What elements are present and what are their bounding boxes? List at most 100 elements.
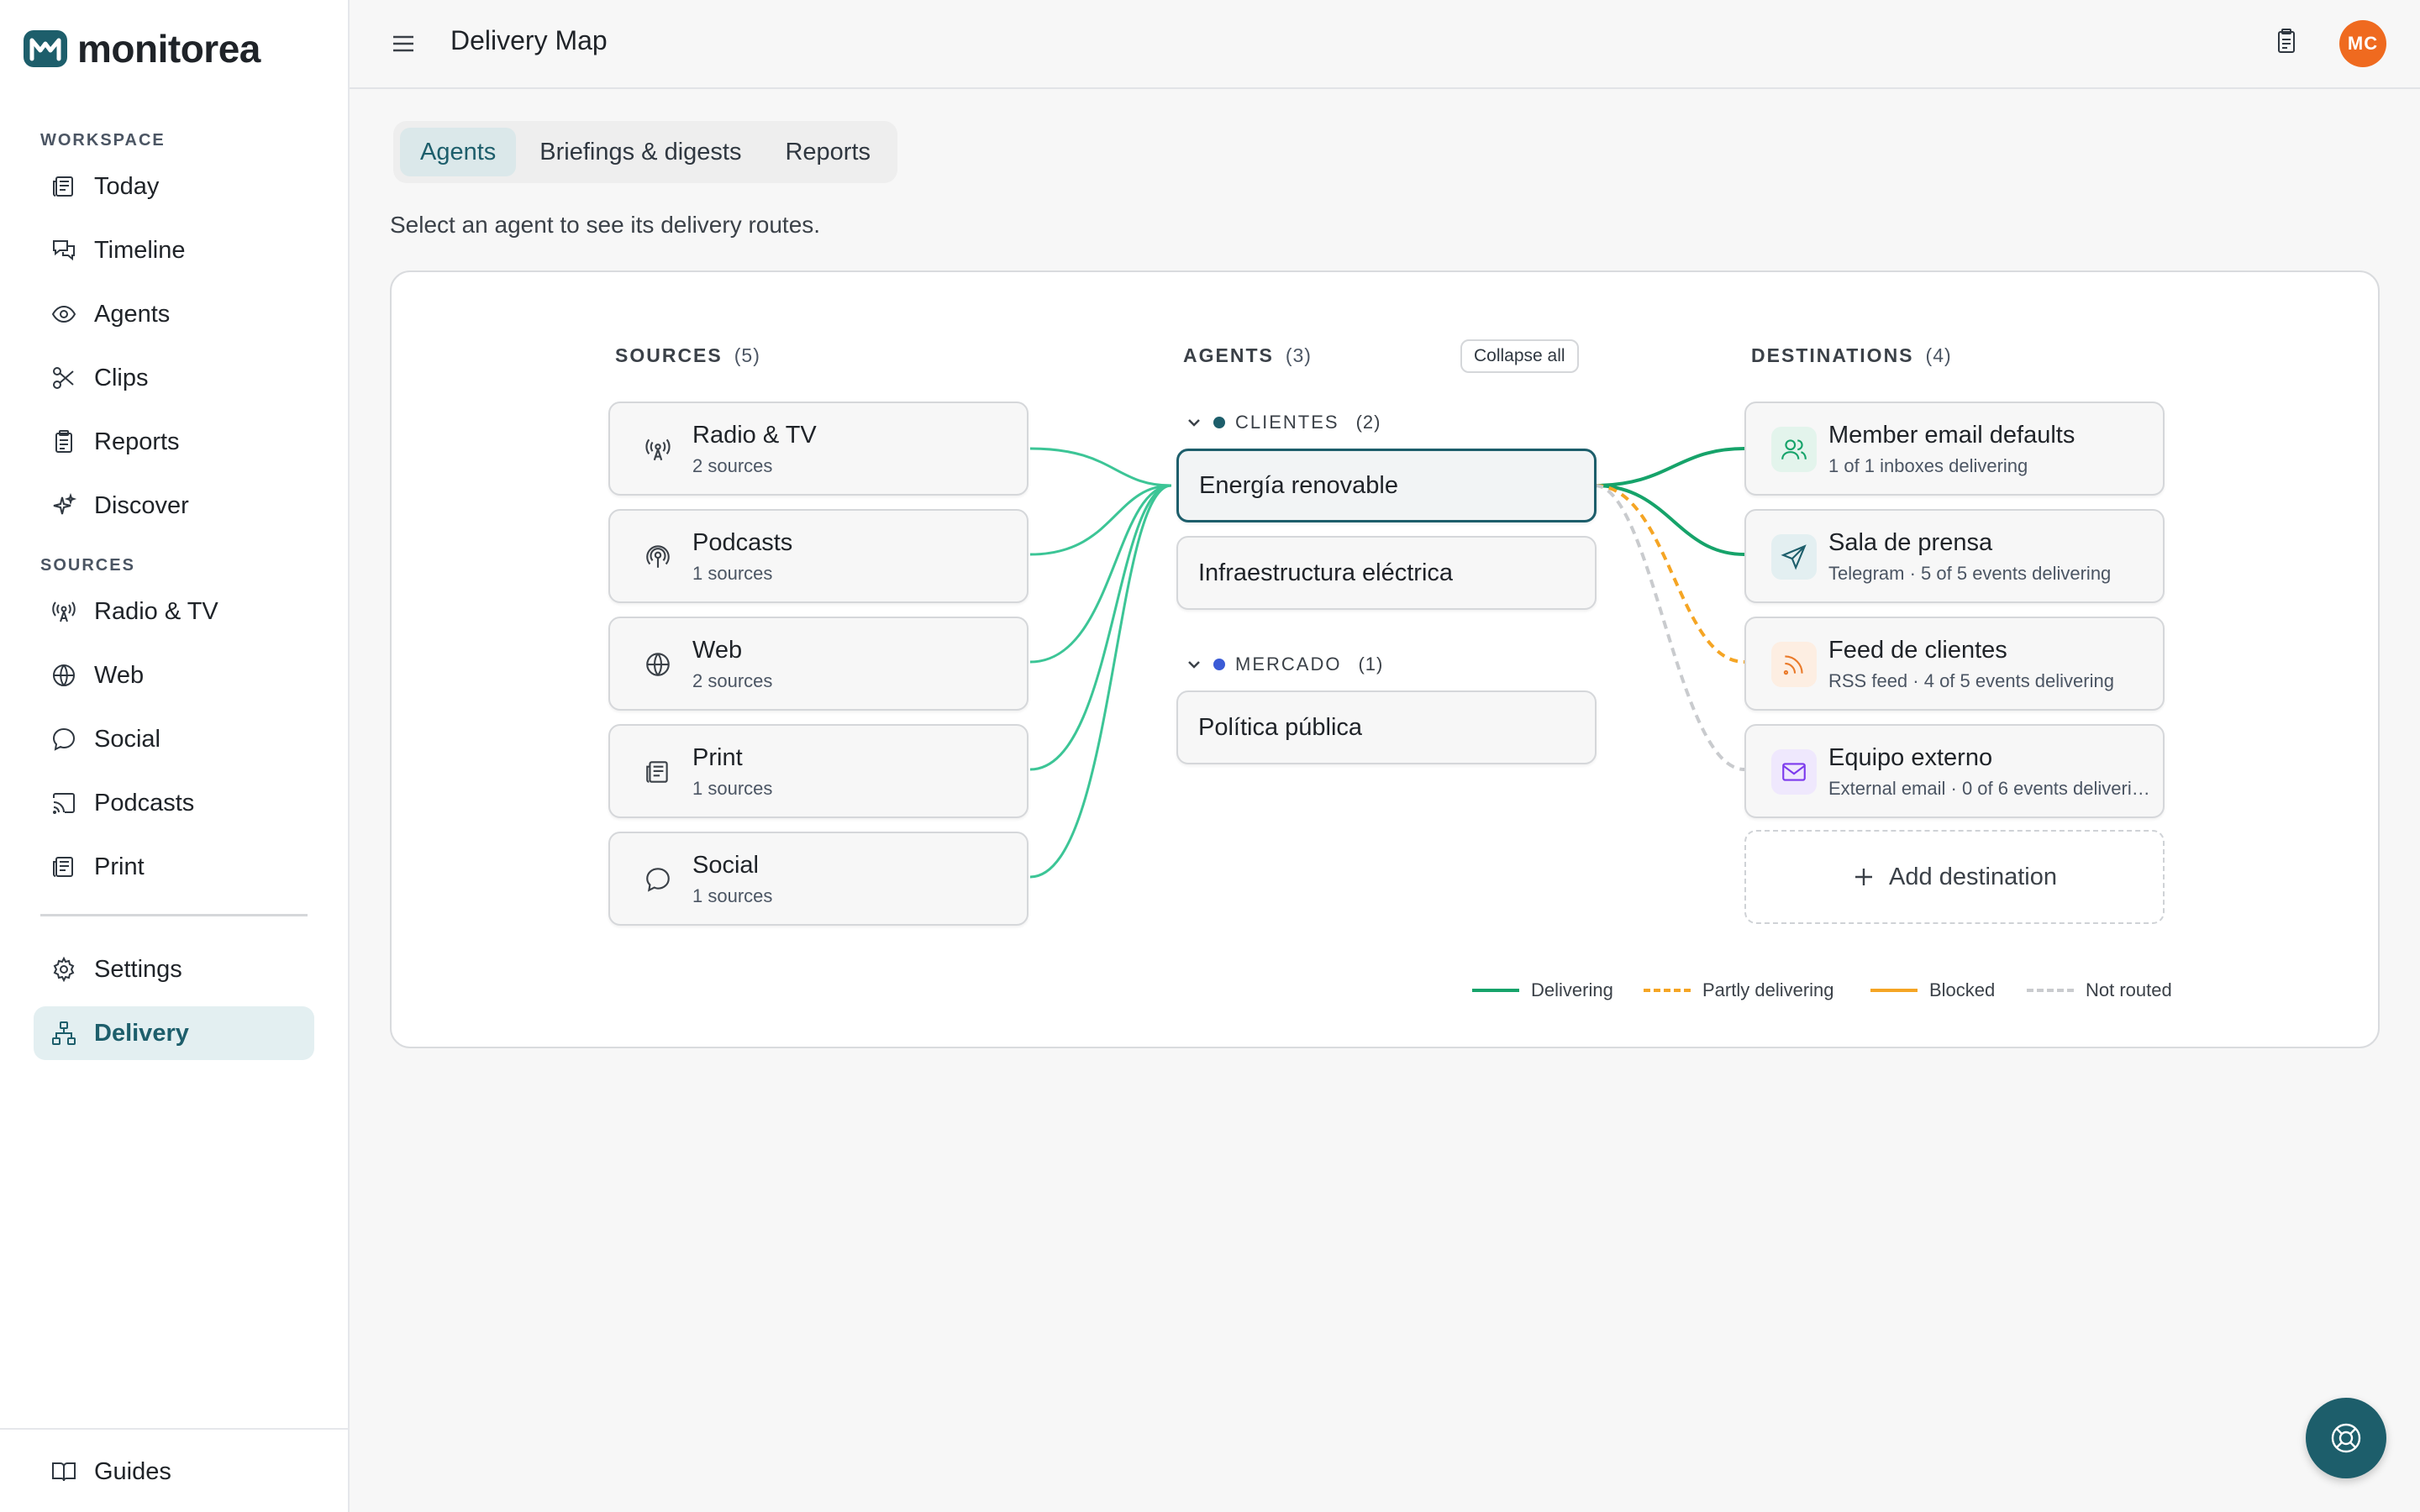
source-title: Web bbox=[692, 637, 743, 664]
source-card-web[interactable]: Web 2 sources bbox=[608, 617, 1028, 711]
add-destination-label: Add destination bbox=[1889, 863, 2057, 890]
sources-heading-label: SOURCES bbox=[615, 344, 723, 366]
destination-card-feed-de-clientes[interactable]: Feed de clientes RSS feed · 4 of 5 event… bbox=[1744, 617, 2165, 711]
destination-title: Member email defaults bbox=[1828, 422, 2075, 449]
route-web bbox=[1029, 484, 1172, 664]
source-title: Print bbox=[692, 744, 743, 771]
sidebar: monitorea WORKSPACE Today Timeline Agent… bbox=[0, 0, 350, 1512]
sidebar-item-label: Timeline bbox=[94, 236, 186, 264]
source-card-radio-tv[interactable]: Radio & TV 2 sources bbox=[608, 402, 1028, 496]
rss-icon bbox=[1771, 642, 1817, 687]
sidebar-item-label: Radio & TV bbox=[94, 597, 218, 625]
destination-title: Equipo externo bbox=[1828, 744, 1993, 771]
sidebar-item-label: Social bbox=[94, 725, 160, 753]
legend-swatch bbox=[1644, 989, 1691, 992]
agents-heading: AGENTS (3) bbox=[1183, 344, 1312, 367]
group-name: CLIENTES bbox=[1235, 412, 1339, 433]
agents-heading-label: AGENTS bbox=[1183, 344, 1274, 366]
sidebar-item-label: Podcasts bbox=[94, 789, 195, 816]
help-button[interactable] bbox=[2306, 1398, 2386, 1478]
page-subtitle: Select an agent to see its delivery rout… bbox=[390, 212, 821, 238]
agent-card-infraestructura-electrica[interactable]: Infraestructura eléctrica bbox=[1176, 536, 1597, 610]
sidebar-item-today[interactable]: Today bbox=[34, 160, 314, 213]
sidebar-item-podcasts[interactable]: Podcasts bbox=[34, 776, 314, 830]
sources-count: (5) bbox=[734, 344, 760, 366]
app-logo[interactable]: monitorea bbox=[22, 25, 260, 72]
clipboard-button[interactable] bbox=[2272, 27, 2306, 60]
sidebar-item-social[interactable]: Social bbox=[34, 712, 314, 766]
collapse-all-button[interactable]: Collapse all bbox=[1460, 339, 1579, 373]
book-open-icon bbox=[52, 1462, 76, 1482]
source-card-social[interactable]: Social 1 sources bbox=[608, 832, 1028, 926]
sidebar-item-label: Discover bbox=[94, 491, 189, 519]
agent-group-mercado[interactable]: MERCADO (1) bbox=[1185, 654, 1383, 675]
app-name: monitorea bbox=[77, 27, 260, 71]
workspace-section-label: WORKSPACE bbox=[40, 131, 166, 150]
sidebar-item-guides[interactable]: Guides bbox=[34, 1445, 314, 1499]
group-count: (1) bbox=[1358, 654, 1384, 675]
sidebar-item-delivery[interactable]: Delivery bbox=[34, 1006, 314, 1060]
sources-section-label: SOURCES bbox=[40, 556, 135, 575]
sidebar-item-label: Today bbox=[94, 172, 160, 200]
sidebar-item-radio-tv[interactable]: Radio & TV bbox=[34, 585, 314, 638]
destination-card-sala-de-prensa[interactable]: Sala de prensa Telegram · 5 of 5 events … bbox=[1744, 509, 2165, 603]
agent-group-clientes[interactable]: CLIENTES (2) bbox=[1185, 412, 1381, 433]
chevron-down-icon bbox=[1188, 661, 1200, 669]
route-social bbox=[1029, 484, 1172, 879]
eye-icon bbox=[51, 305, 76, 323]
sitemap-icon bbox=[52, 1021, 76, 1045]
source-card-podcasts[interactable]: Podcasts 1 sources bbox=[608, 509, 1028, 603]
top-bar: Delivery Map MC bbox=[350, 0, 2420, 89]
source-title: Social bbox=[692, 852, 759, 879]
sidebar-item-label: Print bbox=[94, 853, 145, 880]
tab-agents[interactable]: Agents bbox=[400, 128, 517, 176]
sidebar-item-reports[interactable]: Reports bbox=[34, 415, 314, 469]
legend-label: Not routed bbox=[2086, 979, 2172, 1000]
agent-card-politica-publica[interactable]: Política pública bbox=[1176, 690, 1597, 764]
source-card-print[interactable]: Print 1 sources bbox=[608, 724, 1028, 818]
destination-card-equipo-externo[interactable]: Equipo externo External email · 0 of 6 e… bbox=[1744, 724, 2165, 818]
sidebar-item-web[interactable]: Web bbox=[34, 648, 314, 702]
chat-bubble-icon bbox=[635, 857, 681, 902]
sidebar-item-label: Guides bbox=[94, 1457, 171, 1485]
destinations-count: (4) bbox=[1925, 344, 1952, 366]
sidebar-item-label: Reports bbox=[94, 428, 180, 455]
legend-blocked: Blocked bbox=[1870, 979, 1995, 1001]
sources-heading: SOURCES (5) bbox=[615, 344, 760, 367]
cast-icon bbox=[53, 793, 75, 814]
sidebar-item-discover[interactable]: Discover bbox=[34, 479, 314, 533]
source-routes bbox=[1029, 447, 1172, 879]
route-sala-prensa bbox=[1594, 484, 1745, 556]
sidebar-item-timeline[interactable]: Timeline bbox=[34, 223, 314, 277]
source-count: 1 sources bbox=[692, 563, 773, 584]
view-tabs: Agents Briefings & digests Reports bbox=[393, 121, 898, 183]
sidebar-item-clips[interactable]: Clips bbox=[34, 351, 314, 405]
destination-card-member-email-defaults[interactable]: Member email defaults 1 of 1 inboxes del… bbox=[1744, 402, 2165, 496]
chat-bubble-icon bbox=[52, 727, 76, 751]
newspaper-icon bbox=[635, 749, 681, 795]
menu-toggle-button[interactable] bbox=[388, 29, 418, 59]
sidebar-footer bbox=[0, 1428, 348, 1430]
legend-swatch bbox=[1472, 989, 1519, 992]
legend-swatch bbox=[2027, 989, 2074, 992]
sidebar-item-print[interactable]: Print bbox=[34, 840, 314, 894]
destination-status: 1 of 1 inboxes delivering bbox=[1828, 455, 2028, 476]
tab-reports[interactable]: Reports bbox=[765, 128, 891, 176]
user-avatar[interactable]: MC bbox=[2339, 20, 2386, 67]
tab-briefings-digests[interactable]: Briefings & digests bbox=[519, 128, 761, 176]
route-equipo-externo bbox=[1594, 484, 1745, 771]
sidebar-item-settings[interactable]: Settings bbox=[34, 942, 314, 996]
mail-icon bbox=[1771, 749, 1817, 795]
agent-card-energia-renovable[interactable]: Energía renovable bbox=[1176, 449, 1597, 522]
sidebar-item-agents[interactable]: Agents bbox=[34, 287, 314, 341]
add-destination-button[interactable]: Add destination bbox=[1744, 830, 2165, 924]
destination-routes bbox=[1594, 447, 1745, 771]
page-title: Delivery Map bbox=[450, 25, 608, 55]
destinations-heading-label: DESTINATIONS bbox=[1751, 344, 1914, 366]
source-count: 2 sources bbox=[692, 455, 773, 476]
destinations-heading: DESTINATIONS (4) bbox=[1751, 344, 1952, 367]
send-icon bbox=[1771, 534, 1817, 580]
clipboard-icon bbox=[55, 430, 72, 453]
sidebar-item-label: Agents bbox=[94, 300, 171, 328]
gear-icon bbox=[53, 956, 75, 983]
